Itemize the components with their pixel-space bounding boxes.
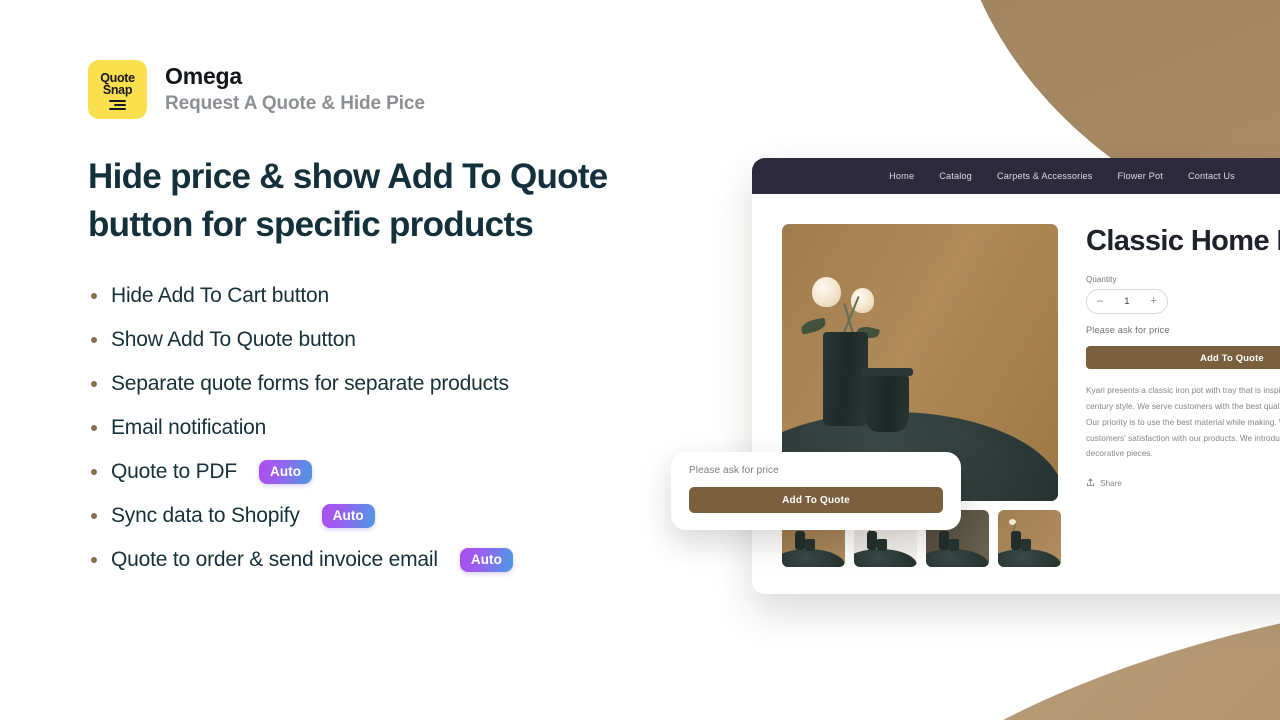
bullet-icon xyxy=(91,337,97,344)
quantity-label: Quantity xyxy=(1086,275,1117,285)
quotesnap-logo-icon: Quote Snap xyxy=(88,60,147,119)
app-name: Omega xyxy=(165,63,242,90)
feature-label: Hide Add To Cart button xyxy=(111,284,329,308)
rose-decoration xyxy=(812,276,842,308)
auto-badge: Auto xyxy=(459,548,513,573)
bullet-icon xyxy=(91,513,97,520)
list-item: Sync data to Shopify Auto xyxy=(88,494,728,538)
product-info-panel: Classic Home Pot Quantity – 1 + Please a… xyxy=(1086,224,1280,567)
product-description: Kyari presents a classic iron pot with t… xyxy=(1086,386,1280,459)
quantity-stepper[interactable]: – 1 + xyxy=(1086,289,1168,315)
page-title: Hide price & show Add To Quote button fo… xyxy=(88,157,608,244)
feature-label: Show Add To Quote button xyxy=(111,328,356,352)
store-navigation-bar: Home Catalog Carpets & Accessories Flowe… xyxy=(752,158,1280,194)
feature-label: Quote to PDF xyxy=(111,460,237,484)
tall-vase-decoration xyxy=(823,332,868,427)
product-thumbnail[interactable] xyxy=(998,510,1061,567)
list-item: Email notification xyxy=(88,406,728,450)
brand-header: Quote Snap Omega Request A Quote & Hide … xyxy=(88,60,728,119)
logo-text-line-2: Snap xyxy=(102,83,133,98)
bullet-icon xyxy=(91,557,97,564)
auto-badge: Auto xyxy=(321,504,375,529)
nav-item-home[interactable]: Home xyxy=(889,171,914,181)
list-item: Quote to PDF Auto xyxy=(88,450,728,494)
feature-label: Separate quote forms for separate produc… xyxy=(111,372,509,396)
app-tagline: Request A Quote & Hide Pice xyxy=(165,92,425,114)
marketing-copy-column: Quote Snap Omega Request A Quote & Hide … xyxy=(88,60,728,582)
nav-item-contact-us[interactable]: Contact Us xyxy=(1188,171,1235,181)
background-shape-bottom-right xyxy=(770,582,1280,720)
list-item: Show Add To Quote button xyxy=(88,318,728,362)
share-icon xyxy=(1086,478,1095,489)
nav-item-flower-pot[interactable]: Flower Pot xyxy=(1118,171,1163,181)
popup-price-note: Please ask for price xyxy=(689,465,779,476)
bullet-icon xyxy=(91,425,97,432)
promo-banner: Quote Snap Omega Request A Quote & Hide … xyxy=(0,0,1280,720)
nav-item-catalog[interactable]: Catalog xyxy=(939,171,972,181)
list-item: Quote to order & send invoice email Auto xyxy=(88,538,728,582)
auto-badge: Auto xyxy=(259,460,313,485)
bullet-icon xyxy=(91,469,97,476)
quantity-value[interactable]: 1 xyxy=(1124,296,1129,307)
list-item: Separate quote forms for separate produc… xyxy=(88,362,728,406)
share-link[interactable]: Share xyxy=(1086,478,1280,489)
price-note: Please ask for price xyxy=(1086,325,1170,336)
popup-add-to-quote-button[interactable]: Add To Quote xyxy=(689,487,943,513)
feature-label: Sync data to Shopify xyxy=(111,504,300,528)
quantity-decrement-button[interactable]: – xyxy=(1097,296,1103,307)
product-title: Classic Home Pot xyxy=(1086,225,1280,257)
feature-list: Hide Add To Cart button Show Add To Quot… xyxy=(88,274,728,582)
logo-bars-icon xyxy=(109,100,126,111)
bullet-icon xyxy=(91,381,97,388)
brand-text-block: Omega Request A Quote & Hide Pice xyxy=(165,63,425,115)
leaf-decoration xyxy=(800,317,828,335)
rose-decoration xyxy=(851,287,875,313)
nav-item-carpets-accessories[interactable]: Carpets & Accessories xyxy=(997,171,1093,181)
feature-label: Email notification xyxy=(111,416,267,440)
short-vase-decoration xyxy=(860,368,914,432)
list-item: Hide Add To Cart button xyxy=(88,274,728,318)
add-to-quote-button[interactable]: Add To Quote xyxy=(1086,346,1280,370)
share-label: Share xyxy=(1100,479,1122,489)
bullet-icon xyxy=(91,293,97,300)
add-to-quote-popup: Please ask for price Add To Quote xyxy=(671,452,961,530)
feature-label: Quote to order & send invoice email xyxy=(111,548,438,572)
quantity-increment-button[interactable]: + xyxy=(1151,296,1157,307)
